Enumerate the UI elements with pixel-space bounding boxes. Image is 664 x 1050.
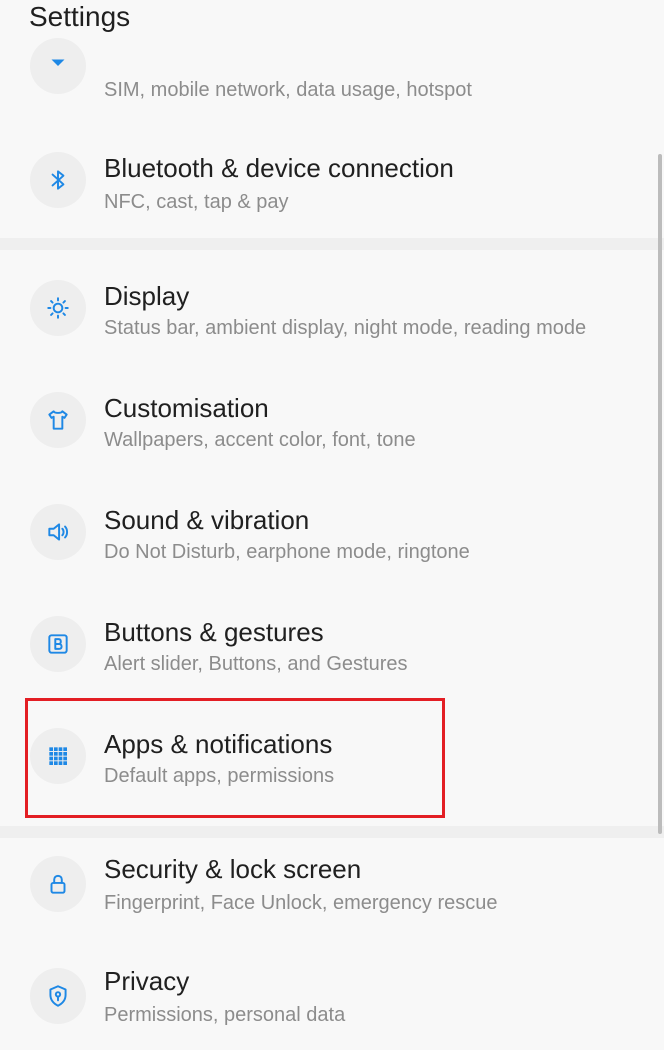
speaker-icon-wrap xyxy=(30,504,86,560)
bluetooth-icon xyxy=(51,170,65,190)
shirt-icon xyxy=(48,410,68,430)
settings-item-bluetooth[interactable]: Bluetooth & device connection NFC, cast,… xyxy=(0,134,664,234)
settings-item-security-subtitle: Fingerprint, Face Unlock, emergency resc… xyxy=(104,892,498,914)
speaker-icon xyxy=(48,523,69,541)
network-icon-wrap xyxy=(30,38,86,94)
lock-icon xyxy=(50,874,66,894)
brightness-icon xyxy=(47,297,69,319)
settings-item-customisation-subtitle: Wallpapers, accent color, font, tone xyxy=(104,429,416,451)
settings-item-privacy-subtitle: Permissions, personal data xyxy=(104,1004,346,1026)
settings-item-buttons[interactable]: Buttons & gestures Alert slider, Buttons… xyxy=(0,598,664,698)
settings-item-security[interactable]: Security & lock screen Fingerprint, Face… xyxy=(0,838,664,938)
settings-item-bluetooth-title: Bluetooth & device connection xyxy=(104,153,454,183)
settings-item-network[interactable]: SIM, mobile network, data usage, hotspot xyxy=(0,38,664,140)
button-b-icon xyxy=(48,634,68,654)
section-divider-2 xyxy=(0,826,664,838)
settings-item-display[interactable]: Display Status bar, ambient display, nig… xyxy=(0,262,664,362)
lock-icon-wrap xyxy=(30,856,86,912)
apps-grid-icon-wrap xyxy=(30,728,86,784)
settings-item-customisation[interactable]: Customisation Wallpapers, accent color, … xyxy=(0,374,664,474)
settings-item-apps-title: Apps & notifications xyxy=(104,729,333,759)
scrollbar[interactable] xyxy=(658,154,662,834)
network-icon xyxy=(51,59,65,66)
section-divider xyxy=(0,238,664,250)
settings-item-buttons-title: Buttons & gestures xyxy=(104,617,324,647)
shirt-icon-wrap xyxy=(30,392,86,448)
button-b-icon-wrap xyxy=(30,616,86,672)
page-title: Settings xyxy=(29,1,131,32)
shield-icon-wrap xyxy=(30,968,86,1024)
settings-item-network-subtitle: SIM, mobile network, data usage, hotspot xyxy=(104,79,472,101)
settings-item-display-subtitle: Status bar, ambient display, night mode,… xyxy=(104,317,587,339)
settings-item-sound-title: Sound & vibration xyxy=(104,505,310,535)
settings-item-customisation-title: Customisation xyxy=(104,393,269,423)
settings-item-privacy-title: Privacy xyxy=(104,966,190,996)
settings-item-security-title: Security & lock screen xyxy=(104,854,362,884)
apps-grid-icon xyxy=(49,747,67,765)
settings-item-display-title: Display xyxy=(104,281,190,311)
settings-item-buttons-subtitle: Alert slider, Buttons, and Gestures xyxy=(104,653,408,675)
bluetooth-icon-wrap xyxy=(30,152,86,208)
settings-item-sound-subtitle: Do Not Disturb, earphone mode, ringtone xyxy=(104,541,470,563)
settings-item-apps-subtitle: Default apps, permissions xyxy=(104,765,335,787)
brightness-icon-wrap xyxy=(30,280,86,336)
shield-icon xyxy=(49,985,67,1007)
settings-item-bluetooth-subtitle: NFC, cast, tap & pay xyxy=(104,191,289,213)
settings-item-privacy[interactable]: Privacy Permissions, personal data xyxy=(0,950,664,1050)
settings-item-sound[interactable]: Sound & vibration Do Not Disturb, earpho… xyxy=(0,486,664,586)
settings-item-apps[interactable]: Apps & notifications Default apps, permi… xyxy=(0,710,664,810)
